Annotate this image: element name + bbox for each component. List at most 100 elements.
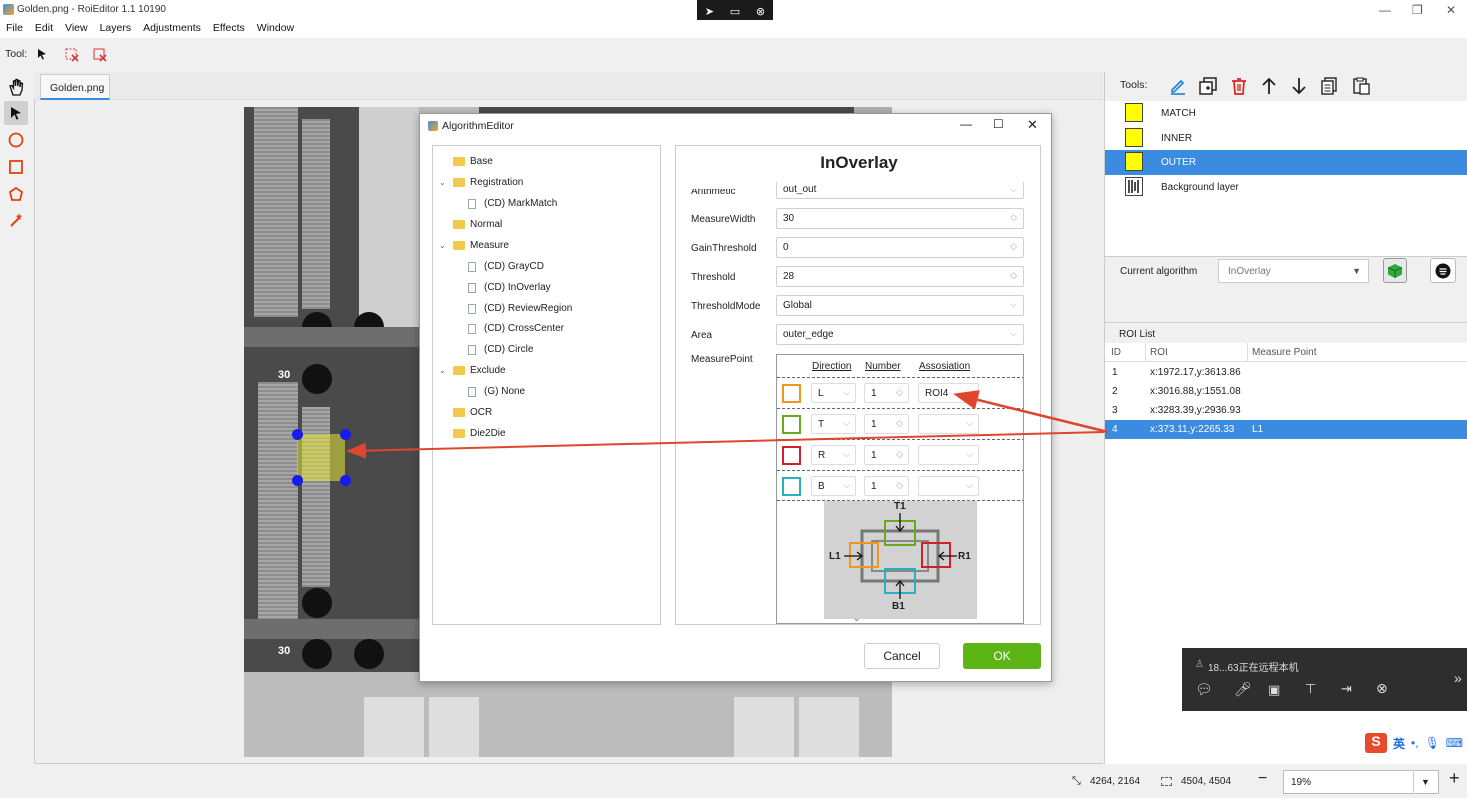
tree-item[interactable]: (CD) Circle [468, 344, 533, 355]
area-select[interactable]: outer_edge ⌵ [776, 324, 1024, 345]
scroll-down-icon[interactable]: ⌄ [853, 613, 861, 624]
menu-window[interactable]: Window [251, 20, 300, 38]
close-icon[interactable]: ✕ [1446, 3, 1456, 17]
tree-item[interactable]: (CD) InOverlay [468, 282, 551, 293]
menu-file[interactable]: File [0, 20, 29, 38]
threshold-spin[interactable]: 28 ◇ [776, 266, 1024, 287]
chevron-down-icon[interactable]: ⌄ [439, 178, 446, 187]
pointer-tool-icon[interactable] [34, 46, 50, 62]
table-row[interactable]: 3 x:3283.39,y:2936.93 [1105, 401, 1467, 420]
table-row[interactable]: 2 x:3016.88,y:1551.08 [1105, 382, 1467, 401]
chat-icon[interactable]: 💬︎ [1195, 681, 1213, 698]
minimize-icon[interactable]: — [960, 117, 972, 131]
microphone-icon[interactable]: 🎤︎ [1234, 681, 1252, 698]
direction-select[interactable]: R ⌵ [811, 445, 856, 465]
tab-golden-png[interactable]: Golden.png [40, 74, 110, 100]
direction-select[interactable]: B ⌵ [811, 476, 856, 496]
threshold-mode-select[interactable]: Global ⌵ [776, 295, 1024, 316]
table-row-selected[interactable]: 4 x:373.11,y:2265.33 L1 [1105, 420, 1467, 439]
paste-icon[interactable] [1351, 76, 1371, 96]
current-algorithm-select[interactable]: InOverlay ▼ [1218, 259, 1369, 283]
table-row[interactable]: 1 x:1972.17,y:3613.86 [1105, 363, 1467, 382]
voice-icon[interactable]: 🎙︎ [1425, 736, 1440, 750]
keyboard-icon[interactable]: ⌨︎ [1446, 736, 1463, 750]
disconnect-icon[interactable]: ⊗ [756, 5, 765, 18]
properties-scroll[interactable]: Arithmetic out_out ⌵ ⌃ MeasureWidth 30 ◇ G… [676, 182, 1042, 624]
maximize-icon[interactable]: ☐ [993, 117, 1004, 131]
minimize-icon[interactable]: — [1379, 3, 1391, 17]
move-up-icon[interactable] [1259, 76, 1279, 96]
chevron-down-icon[interactable]: ⌄ [439, 241, 446, 250]
circle-tool-icon[interactable] [4, 128, 28, 152]
arithmetic-select[interactable]: out_out ⌵ [776, 182, 1024, 199]
tree-folder[interactable]: OCR [453, 407, 492, 418]
tree-folder[interactable]: Exclude [453, 365, 506, 376]
collapse-icon[interactable]: » [1454, 670, 1462, 686]
menu-edit[interactable]: Edit [29, 20, 59, 38]
transfer-icon[interactable]: ⇥ [1341, 681, 1352, 697]
ok-button[interactable]: OK [963, 643, 1041, 669]
number-spin[interactable]: 1 ◇ [864, 445, 909, 465]
measure-width-spin[interactable]: 30 ◇ [776, 208, 1024, 229]
cancel-button[interactable]: Cancel [864, 643, 940, 669]
pointer-icon[interactable]: ➤ [705, 5, 714, 18]
select-arrow-icon[interactable] [4, 101, 28, 125]
magic-wand-icon[interactable] [4, 208, 28, 232]
roi-rectangle[interactable] [297, 434, 345, 481]
tree-folder[interactable]: Normal [453, 219, 502, 230]
layer-item-selected[interactable]: OUTER [1105, 150, 1467, 175]
clear-selection-icon[interactable] [64, 46, 80, 62]
layer-item[interactable]: MATCH [1105, 101, 1467, 126]
association-select[interactable]: ⌵ [918, 414, 979, 434]
number-spin[interactable]: 1 ◇ [864, 476, 909, 496]
tree-item[interactable]: (CD) MarkMatch [468, 198, 557, 209]
keyboard-icon[interactable]: ▭ [730, 5, 740, 18]
polygon-tool-icon[interactable] [4, 182, 28, 206]
roi-handle[interactable] [340, 475, 351, 486]
punctuation-icon[interactable]: •, [1411, 736, 1419, 750]
screen-icon[interactable]: ▣ [1268, 682, 1280, 698]
number-spin[interactable]: 1 ◇ [864, 383, 909, 403]
tree-folder[interactable]: Die2Die [453, 428, 506, 439]
algorithm-settings-button[interactable] [1430, 258, 1456, 283]
gain-threshold-spin[interactable]: 0 ◇ [776, 237, 1024, 258]
menu-view[interactable]: View [59, 20, 94, 38]
layer-item[interactable]: INNER [1105, 126, 1467, 151]
roi-handle[interactable] [292, 429, 303, 440]
chevron-down-icon[interactable]: ⌄ [439, 366, 446, 375]
clear-all-icon[interactable] [92, 46, 108, 62]
layer-item[interactable]: Background layer [1105, 175, 1467, 200]
tree-folder[interactable]: Base [453, 156, 493, 167]
association-select[interactable]: ⌵ [918, 445, 979, 465]
direction-select[interactable]: T ⌵ [811, 414, 856, 434]
roi-handle[interactable] [340, 429, 351, 440]
scroll-up-icon[interactable]: ⌃ [852, 182, 860, 189]
restore-icon[interactable]: ❐ [1412, 3, 1423, 17]
copy-icon[interactable] [1319, 76, 1339, 96]
ime-language[interactable]: 英 [1393, 735, 1405, 752]
zoom-out-icon[interactable]: − [1258, 770, 1267, 788]
zoom-in-icon[interactable]: + [1449, 768, 1460, 789]
menu-effects[interactable]: Effects [207, 20, 251, 38]
tree-item[interactable]: (CD) ReviewRegion [468, 303, 572, 314]
direction-select[interactable]: L ⌵ [811, 383, 856, 403]
rectangle-tool-icon[interactable] [4, 155, 28, 179]
menu-adjustments[interactable]: Adjustments [137, 20, 207, 38]
close-icon[interactable]: ✕ [1027, 117, 1038, 133]
association-select[interactable]: ⌵ [918, 476, 979, 496]
number-spin[interactable]: 1 ◇ [864, 414, 909, 434]
text-icon[interactable]: ⊤ [1305, 681, 1316, 697]
add-layer-icon[interactable] [1198, 76, 1218, 96]
move-down-icon[interactable] [1289, 76, 1309, 96]
menu-layers[interactable]: Layers [94, 20, 138, 38]
roi-handle[interactable] [292, 475, 303, 486]
tree-folder[interactable]: Registration [453, 177, 523, 188]
run-algorithm-button[interactable] [1383, 258, 1407, 283]
hand-icon[interactable] [4, 75, 28, 99]
ime-logo-icon[interactable]: S [1365, 733, 1387, 753]
tree-item[interactable]: (G) None [468, 386, 525, 397]
end-session-icon[interactable]: ⊗ [1376, 680, 1388, 697]
tree-item[interactable]: (CD) GrayCD [468, 261, 544, 272]
association-select[interactable]: ROI4 ⌵ [918, 383, 979, 403]
delete-icon[interactable] [1229, 76, 1249, 96]
